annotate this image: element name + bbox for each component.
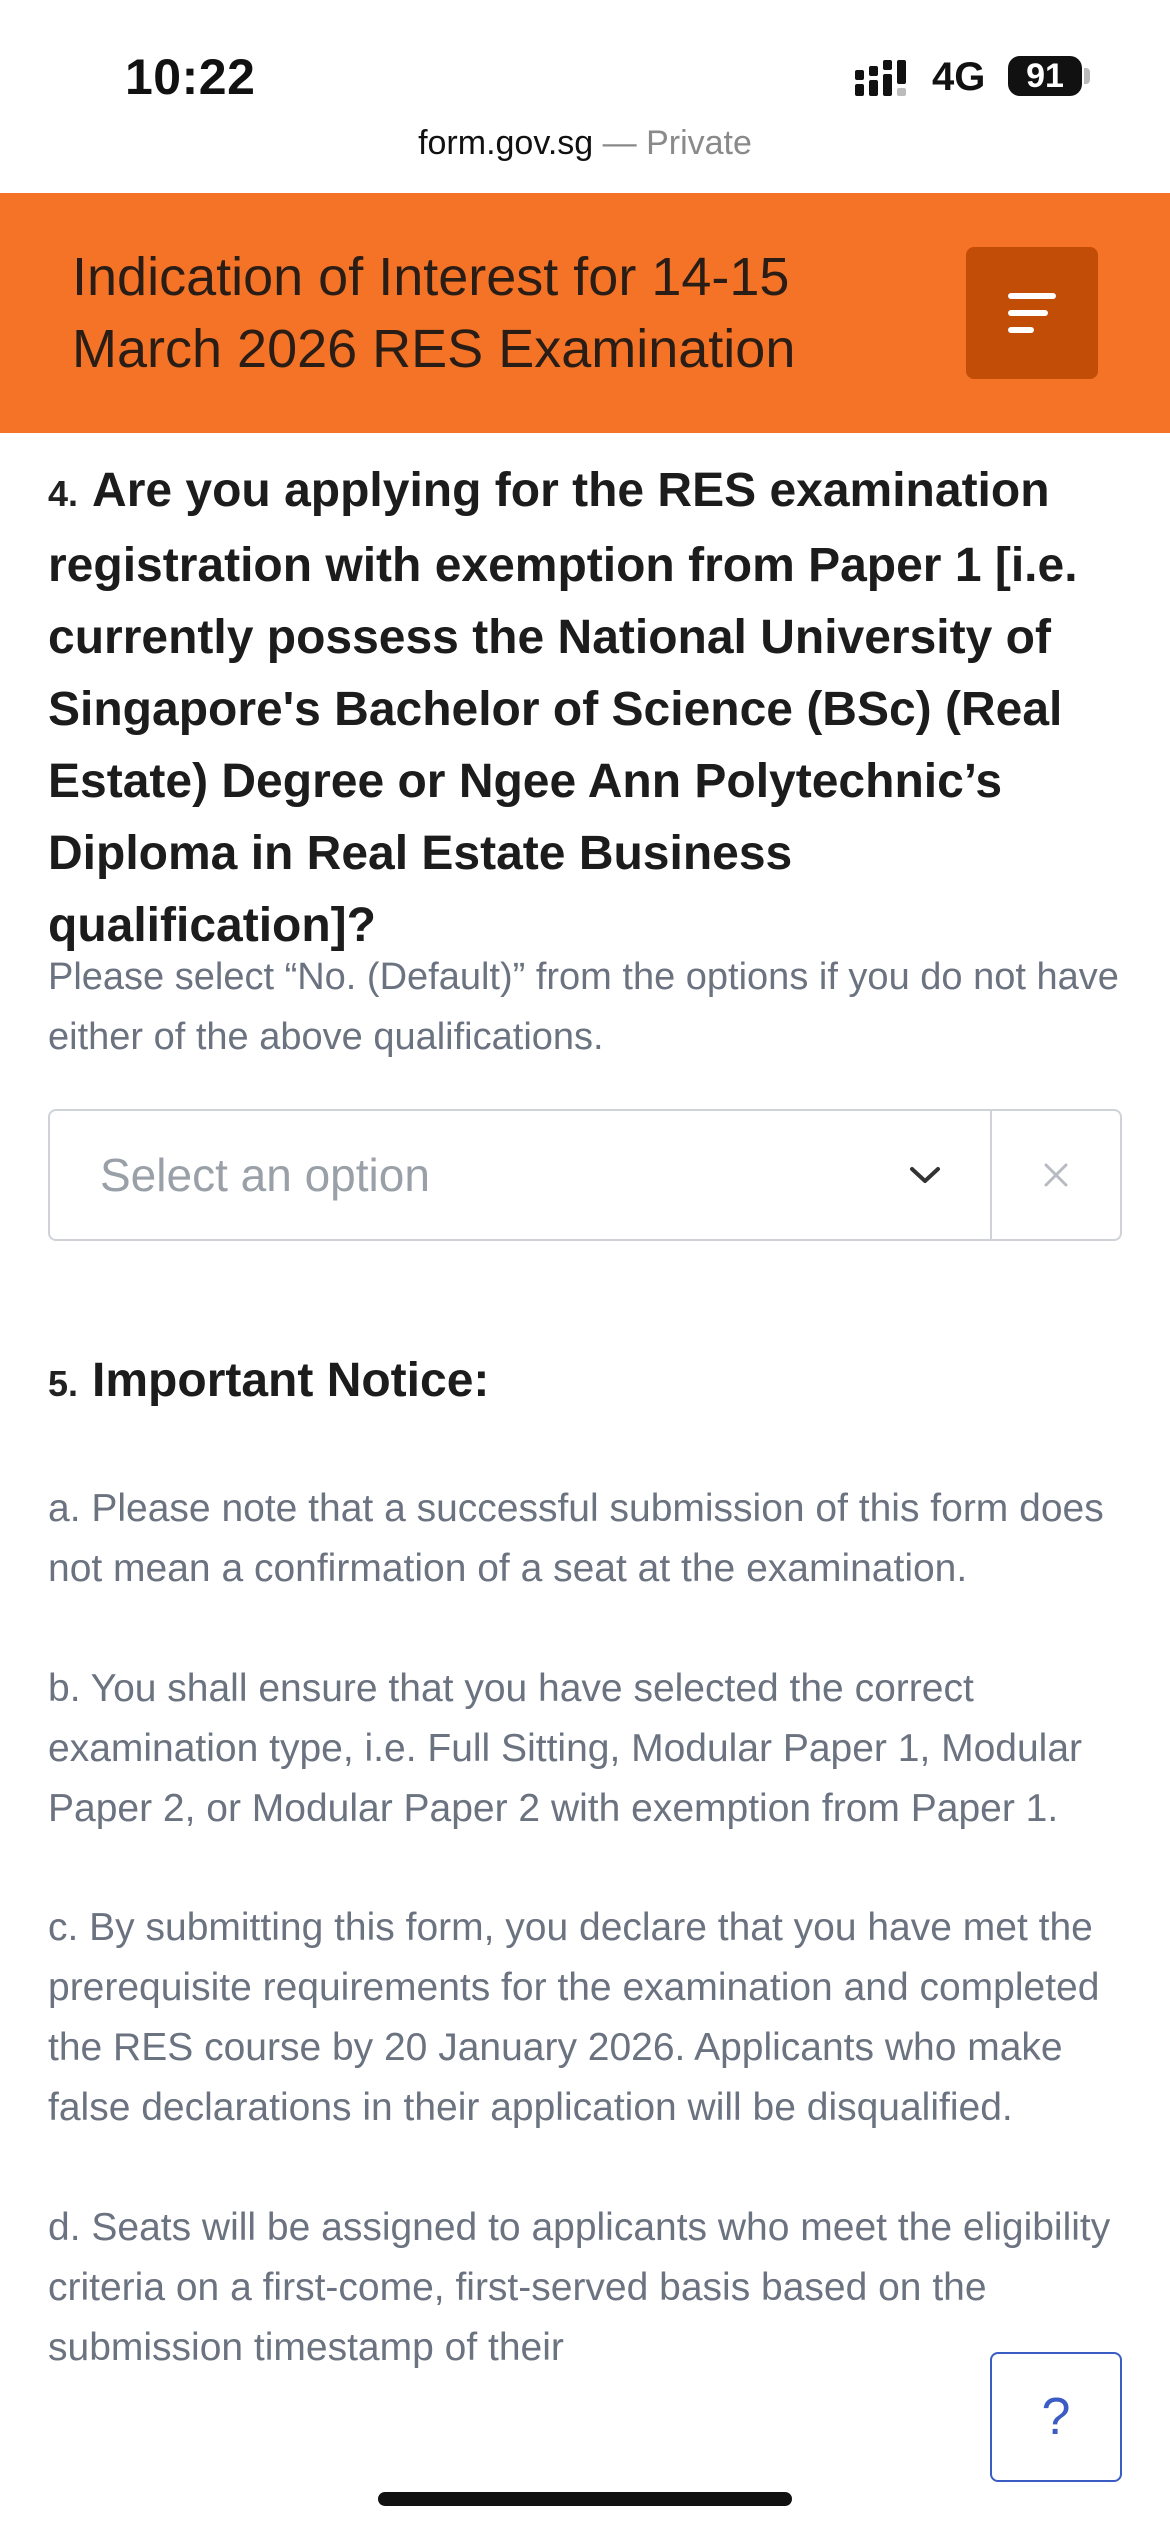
- close-icon: [1044, 1163, 1068, 1187]
- question-4-text: Are you applying for the RES examination…: [48, 464, 1078, 952]
- battery-tip: [1084, 68, 1090, 84]
- question-5-number: 5.: [48, 1363, 79, 1404]
- form-header: Indication of Interest for 14-15 March 2…: [0, 193, 1170, 433]
- select-dropdown[interactable]: Select an option: [50, 1111, 992, 1239]
- chevron-down-icon: [910, 1167, 940, 1183]
- question-4-title: 4. Are you applying for the RES examinati…: [48, 455, 1122, 962]
- question-5-text: Important Notice:: [92, 1354, 490, 1407]
- notice-paragraph-b: b. You shall ensure that you have select…: [48, 1667, 1083, 1830]
- menu-icon-line-3: [1008, 327, 1034, 333]
- question-5-title: 5. Important Notice:: [48, 1353, 489, 1408]
- notice-paragraph-a: a. Please note that a successful submiss…: [48, 1487, 1104, 1590]
- menu-icon-line-2: [1008, 310, 1048, 316]
- help-icon: ?: [1041, 2388, 1071, 2446]
- menu-button[interactable]: [966, 247, 1098, 379]
- question-4-number: 4.: [48, 473, 79, 514]
- url-privacy-label: — Private: [593, 124, 752, 162]
- help-button[interactable]: ?: [990, 2352, 1122, 2482]
- battery-icon: 91: [1008, 56, 1082, 96]
- home-indicator[interactable]: [378, 2492, 792, 2506]
- question-4-select: Select an option: [48, 1109, 1122, 1241]
- status-time: 10:22: [125, 49, 256, 105]
- question-4-description: Please select “No. (Default)” from the o…: [48, 956, 1119, 1058]
- network-type: 4G: [932, 55, 986, 99]
- form-title: Indication of Interest for 14-15 March 2…: [72, 247, 796, 379]
- url-bar[interactable]: form.gov.sg — Private: [0, 124, 1170, 163]
- battery-level: 91: [1026, 56, 1064, 95]
- clear-selection-button[interactable]: [992, 1111, 1120, 1239]
- url-domain: form.gov.sg: [418, 124, 594, 162]
- menu-icon-line-1: [1008, 293, 1056, 299]
- signal-icon: [855, 60, 906, 96]
- notice-paragraph-d: d. Seats will be assigned to applicants …: [48, 2206, 1111, 2369]
- notice-paragraph-c: c. By submitting this form, you declare …: [48, 1906, 1100, 2129]
- select-placeholder: Select an option: [100, 1149, 430, 1201]
- status-bar: 10:22 4G 91: [0, 0, 1170, 120]
